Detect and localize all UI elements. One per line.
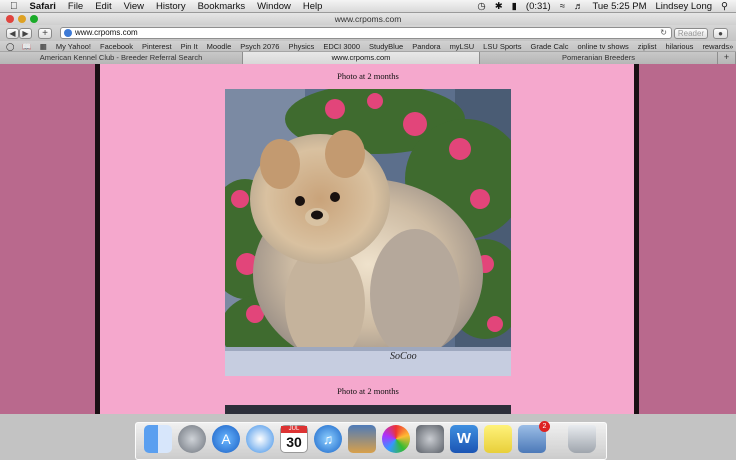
- web-page: Photo at 2 months SoCoo Photo at 2 month…: [0, 64, 736, 414]
- bookmark-item[interactable]: hilarious: [666, 42, 694, 51]
- bluetooth-icon[interactable]: ✱: [495, 1, 503, 12]
- tab-bar: American Kennel Club - Breeder Referral …: [0, 52, 736, 64]
- bookmark-item[interactable]: Grade Calc: [531, 42, 569, 51]
- globe-icon: [64, 29, 72, 37]
- bookmark-item[interactable]: StudyBlue: [369, 42, 403, 51]
- bookmarks-bar: ◯ 📖 ▦ My Yahoo! Facebook Pinterest Pin I…: [0, 41, 736, 52]
- battery-icon[interactable]: ▮: [512, 1, 517, 12]
- notification-badge: 2: [539, 421, 550, 432]
- back-button[interactable]: ◀: [6, 28, 19, 39]
- bookmark-item[interactable]: Pin It: [181, 42, 198, 51]
- bookmark-item[interactable]: Psych 2076: [240, 42, 279, 51]
- bookmark-item[interactable]: rewards: [702, 42, 729, 51]
- menu-bar:  Safari File Edit View History Bookmark…: [0, 0, 736, 13]
- word-icon[interactable]: W: [450, 425, 478, 453]
- bookmark-item[interactable]: Moodle: [207, 42, 232, 51]
- bookmark-item[interactable]: Pinterest: [142, 42, 172, 51]
- tab-pomeranian-breeders[interactable]: Pomeranian Breeders: [480, 52, 718, 64]
- bookmark-item[interactable]: Physics: [288, 42, 314, 51]
- bookmark-item[interactable]: online tv shows: [577, 42, 628, 51]
- menu-window[interactable]: Window: [257, 1, 291, 12]
- preview-icon[interactable]: 2: [518, 421, 550, 453]
- menu-help[interactable]: Help: [303, 1, 323, 12]
- calendar-icon[interactable]: JUL 30: [280, 425, 308, 453]
- photo-caption: Photo at 2 months: [337, 71, 399, 81]
- tab-crpoms[interactable]: www.crpoms.com: [243, 52, 480, 64]
- window-title-bar: www.crpoms.com: [0, 13, 736, 25]
- address-bar[interactable]: www.crpoms.com ↻: [60, 27, 672, 39]
- picasa-icon[interactable]: [382, 425, 410, 453]
- wifi-icon[interactable]: ≈: [560, 1, 565, 12]
- calendar-month: JUL: [281, 426, 307, 433]
- right-page-margin: [639, 64, 736, 414]
- more-bookmarks-icon[interactable]: »: [729, 42, 736, 51]
- apple-menu-icon[interactable]: : [10, 1, 18, 12]
- battery-time: (0:31): [525, 0, 551, 12]
- add-bookmark-button[interactable]: +: [38, 28, 52, 39]
- iphoto-icon[interactable]: [348, 425, 376, 453]
- menu-view[interactable]: View: [124, 1, 144, 12]
- address-bar-url: www.crpoms.com: [75, 28, 138, 37]
- left-page-margin: [0, 64, 95, 414]
- reload-icon[interactable]: ↻: [660, 28, 667, 38]
- browser-toolbar: ◀ ▶ + www.crpoms.com ↻ Reader ●: [0, 25, 736, 41]
- left-border: [95, 64, 100, 414]
- bookmark-item[interactable]: Pandora: [412, 42, 440, 51]
- photo-watermark: SoCoo: [390, 351, 417, 362]
- forward-button[interactable]: ▶: [19, 28, 32, 39]
- menu-file[interactable]: File: [68, 1, 83, 12]
- time-machine-icon[interactable]: ◷: [477, 1, 485, 12]
- menu-history[interactable]: History: [156, 1, 186, 12]
- launchpad-icon[interactable]: [178, 425, 206, 453]
- menu-edit[interactable]: Edit: [95, 1, 111, 12]
- zoom-window-icon[interactable]: [30, 15, 38, 23]
- volume-icon[interactable]: ♬: [574, 1, 584, 12]
- downloads-button[interactable]: ●: [713, 28, 728, 39]
- top-sites-icon[interactable]: ▦: [40, 42, 47, 51]
- app-menu[interactable]: Safari: [30, 1, 56, 12]
- spotlight-icon[interactable]: ⚲: [721, 1, 728, 12]
- tab-akc[interactable]: American Kennel Club - Breeder Referral …: [0, 52, 243, 64]
- itunes-icon[interactable]: ♫: [314, 425, 342, 453]
- stickies-icon[interactable]: [484, 425, 512, 453]
- bookmark-item[interactable]: EDCI 3000: [323, 42, 360, 51]
- puppy-photo-second: [225, 405, 511, 414]
- clock[interactable]: Tue 5:25 PM: [592, 1, 646, 12]
- photo-caption-second: Photo at 2 months: [337, 386, 399, 396]
- bookmark-item[interactable]: Facebook: [100, 42, 133, 51]
- safari-icon[interactable]: [246, 425, 274, 453]
- finder-icon[interactable]: [144, 425, 172, 453]
- trash-icon[interactable]: [568, 425, 596, 453]
- show-bookmarks-icon[interactable]: 📖: [22, 42, 31, 51]
- bookmark-item[interactable]: LSU Sports: [483, 42, 521, 51]
- pomeranian-puppy-image: SoCoo: [225, 89, 511, 376]
- reading-list-icon[interactable]: ◯: [6, 42, 14, 51]
- bookmark-item[interactable]: My Yahoo!: [56, 42, 91, 51]
- menu-bookmarks[interactable]: Bookmarks: [198, 1, 246, 12]
- dock-area: A JUL 30 ♫ W 2: [0, 414, 736, 460]
- user-name[interactable]: Lindsey Long: [656, 1, 713, 12]
- window-title: www.crpoms.com: [334, 14, 402, 24]
- new-tab-button[interactable]: +: [718, 52, 736, 64]
- puppy-photo: SoCoo: [225, 89, 511, 376]
- dock: A JUL 30 ♫ W 2: [135, 421, 607, 460]
- app-store-icon[interactable]: A: [212, 425, 240, 453]
- calendar-day: 30: [286, 434, 302, 450]
- bookmark-item[interactable]: myLSU: [450, 42, 475, 51]
- close-window-icon[interactable]: [6, 15, 14, 23]
- minimize-window-icon[interactable]: [18, 15, 26, 23]
- system-preferences-icon[interactable]: [416, 425, 444, 453]
- reader-button[interactable]: Reader: [674, 28, 708, 39]
- bookmark-item[interactable]: ziplist: [638, 42, 657, 51]
